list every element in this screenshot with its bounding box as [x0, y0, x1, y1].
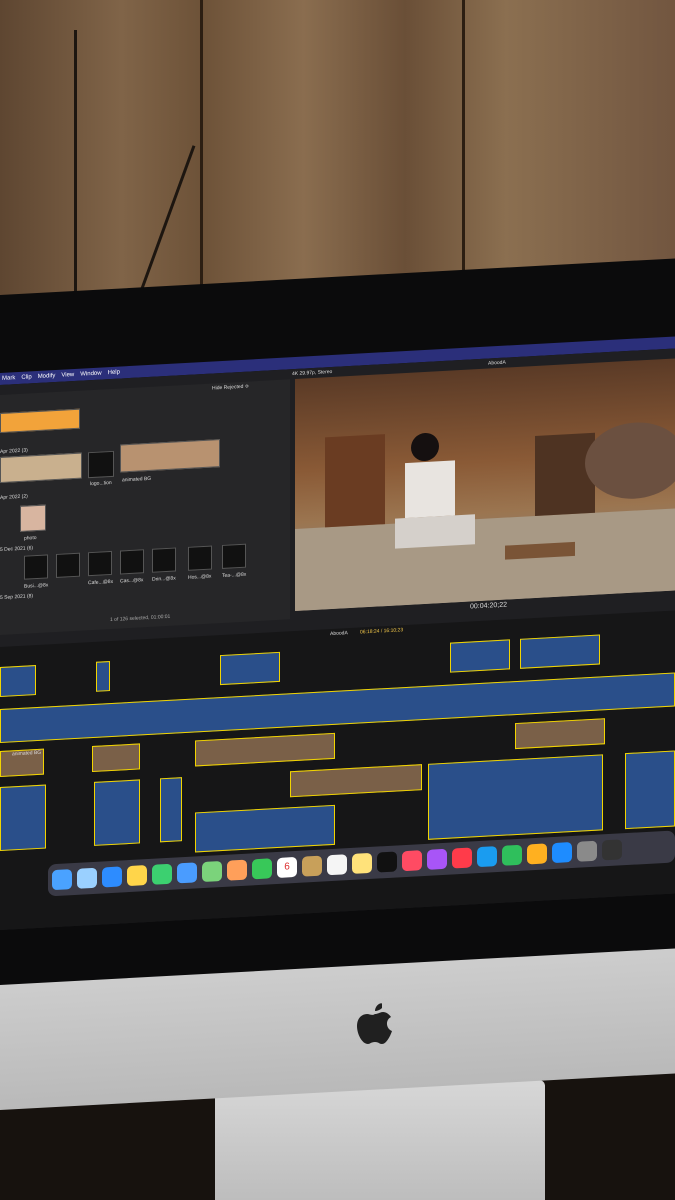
icon-thumb[interactable] [24, 554, 48, 580]
messages-icon[interactable] [152, 863, 172, 885]
launchpad-icon[interactable] [77, 867, 97, 889]
timeline-clip[interactable] [96, 661, 110, 692]
facetime-icon[interactable] [252, 858, 272, 880]
pages-icon[interactable] [527, 843, 547, 865]
viewer-format: 4K 29.97p, Stereo [292, 369, 333, 378]
timeline-project: AboodA [330, 630, 348, 638]
music-icon[interactable] [402, 850, 422, 872]
icon-thumb[interactable] [152, 547, 176, 573]
calendar-icon[interactable]: 6 [277, 856, 297, 878]
apple-logo-icon [357, 1003, 392, 1044]
menu-window[interactable]: Window [80, 370, 101, 377]
timeline-position: 06:18:24 / 16:10;23 [360, 627, 404, 636]
thumb-label: Busi...@8x [24, 582, 49, 590]
animated-bg-thumb[interactable] [120, 439, 220, 473]
contacts-icon[interactable] [302, 855, 322, 877]
final-cut-window: Hide Rejected ≎ Apr 2022 (3) logo...tion… [0, 348, 675, 930]
thumb-label: photo [24, 535, 37, 542]
podcasts-icon[interactable] [427, 848, 447, 870]
final-cut-pro-icon[interactable] [602, 839, 622, 861]
plank-seam [200, 0, 203, 320]
menu-mark[interactable]: Mark [2, 375, 15, 382]
timeline-clip[interactable] [195, 732, 335, 767]
media-browser: Hide Rejected ≎ Apr 2022 (3) logo...tion… [0, 379, 290, 635]
selection-status: 1 of 126 selected, 01:00:01 [110, 613, 171, 624]
viewer-project-name: AboodA [488, 359, 506, 367]
chrome-icon[interactable] [127, 865, 147, 887]
timeline-clip[interactable] [450, 639, 510, 673]
timeline-clip[interactable] [625, 750, 675, 830]
thumb-label: animated BG [122, 475, 152, 484]
screen: Mark Clip Modify View Window Help Hide R… [0, 258, 675, 985]
thumb-label: Drin...@8x [152, 575, 176, 583]
maps-icon[interactable] [202, 860, 222, 883]
cable [74, 30, 77, 330]
menu-view[interactable]: View [61, 372, 74, 379]
timeline-clip[interactable] [0, 784, 46, 851]
system-settings-icon[interactable] [577, 840, 597, 862]
mail-icon[interactable] [177, 862, 197, 884]
timeline-clip[interactable] [0, 665, 36, 697]
group-header: Apr 2022 (3) [0, 447, 28, 455]
thumb-label: logo...tion [90, 479, 112, 488]
group-header: 5 Dec 2021 (6) [0, 545, 34, 553]
menu-clip[interactable]: Clip [21, 374, 31, 381]
timeline-clip[interactable] [92, 743, 140, 773]
tv-icon[interactable] [377, 851, 397, 873]
timeline-clip[interactable] [220, 651, 280, 686]
timeline-clip[interactable] [520, 634, 600, 669]
group-header: Apr 2022 (2) [0, 493, 28, 501]
icon-thumb[interactable] [120, 549, 144, 575]
keynote-icon[interactable] [477, 846, 497, 868]
reminders-icon[interactable] [327, 854, 347, 876]
viewer-timecode: 00:04:20;22 [470, 601, 507, 611]
icon-thumb[interactable] [56, 552, 80, 578]
safari-icon[interactable] [102, 866, 122, 888]
thumb-label: Cas...@8x [120, 577, 144, 585]
menu-help[interactable]: Help [108, 370, 120, 377]
icon-thumb[interactable] [222, 543, 246, 569]
app-store-icon[interactable] [552, 842, 572, 864]
notes-icon[interactable] [352, 852, 372, 874]
timeline-clip[interactable] [290, 764, 422, 798]
timeline-clip[interactable] [195, 804, 335, 853]
logo-clip-thumb[interactable] [88, 450, 114, 479]
viewer-frame [295, 358, 675, 612]
photos-icon[interactable] [227, 859, 247, 881]
timeline-clip[interactable] [94, 779, 140, 846]
icon-thumb[interactable] [88, 550, 112, 577]
timeline-clip[interactable] [428, 754, 603, 840]
selected-clip-thumb[interactable] [0, 408, 80, 433]
hide-rejected-filter[interactable]: Hide Rejected ≎ [212, 384, 249, 392]
thumb-label: Cafe...@8x [88, 578, 114, 587]
numbers-icon[interactable] [502, 844, 522, 866]
monitor-stand [215, 1080, 545, 1200]
timeline-clip[interactable] [515, 718, 605, 750]
icon-thumb[interactable] [188, 545, 212, 571]
news-icon[interactable] [452, 847, 472, 869]
clip-thumb[interactable] [0, 452, 82, 483]
thumb-label: Hos...@8x [188, 573, 212, 581]
finder-icon[interactable] [52, 869, 72, 891]
thumb-label: Tea-...@8x [222, 571, 247, 579]
group-header: 5 Sep 2021 (8) [0, 593, 34, 601]
video-frame [295, 422, 675, 612]
menu-modify[interactable]: Modify [38, 373, 56, 380]
photo-thumb[interactable] [20, 504, 46, 532]
timeline-clip[interactable] [160, 777, 182, 843]
